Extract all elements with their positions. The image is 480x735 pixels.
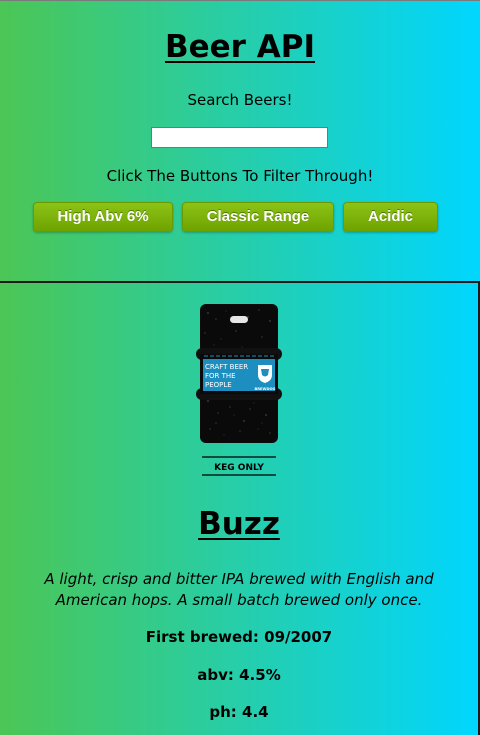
- keg-label-line1: CRAFT BEER: [205, 363, 248, 371]
- keg-label-line3: PEOPLE: [205, 381, 232, 389]
- search-label: Search Beers!: [187, 91, 293, 109]
- keg-only-caption: KEG ONLY: [214, 463, 264, 473]
- keg-brand: BREWDOG: [255, 387, 276, 391]
- search-header: Beer API Search Beers! Click The Buttons…: [0, 0, 480, 281]
- high-abv-button[interactable]: High Abv 6%: [33, 202, 173, 232]
- beer-card: CRAFT BEER FOR THE PEOPLE BREWDOG KEG ON…: [0, 283, 480, 735]
- filter-instructions: Click The Buttons To Filter Through!: [106, 167, 374, 185]
- beer-keg-image: CRAFT BEER FOR THE PEOPLE BREWDOG KEG ON…: [196, 304, 282, 476]
- keg-handle: [230, 316, 248, 323]
- classic-range-button[interactable]: Classic Range: [182, 202, 334, 232]
- keg-label-line2: FOR THE: [205, 372, 236, 380]
- acidic-button[interactable]: Acidic: [343, 202, 438, 232]
- beer-description: A light, crisp and bitter IPA brewed wit…: [44, 570, 434, 609]
- beer-name: Buzz: [198, 506, 280, 542]
- page-title: Beer API: [164, 29, 315, 65]
- ph-value: ph: 4.4: [209, 703, 269, 721]
- abv-value: abv: 4.5%: [197, 666, 281, 684]
- first-brewed: First brewed: 09/2007: [145, 628, 333, 646]
- search-input[interactable]: [151, 127, 328, 148]
